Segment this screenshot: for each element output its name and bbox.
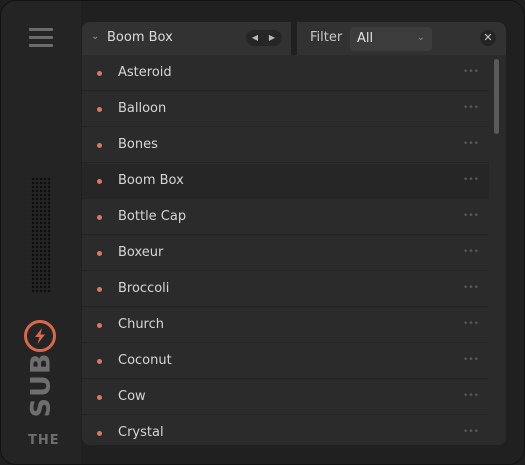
more-options-icon[interactable]: •••	[462, 390, 480, 402]
list-item-label: Crystal	[118, 425, 164, 440]
more-options-icon[interactable]: •••	[462, 138, 480, 150]
filter-label: Filter	[310, 30, 343, 45]
preset-selector[interactable]: ⌄ Boom Box ◀ ▶	[82, 22, 291, 55]
lightning-logo-icon	[24, 320, 56, 352]
list-item-label: Broccoli	[118, 281, 170, 296]
more-options-icon[interactable]: •••	[462, 246, 480, 258]
preset-list: Crystal ••• Cow ••• Coconut ••• Church ••• Brocc…	[82, 55, 506, 445]
scrollbar[interactable]	[489, 55, 506, 445]
hamburger-menu-icon[interactable]	[29, 28, 53, 50]
bullet-dot-icon	[97, 251, 102, 256]
close-icon[interactable]: ✕	[480, 30, 496, 46]
bullet-dot-icon	[97, 431, 102, 436]
scrollbar-thumb[interactable]	[494, 59, 499, 134]
speaker-grille	[31, 177, 51, 293]
more-options-icon[interactable]: •••	[462, 282, 480, 294]
list-item-label: Cow	[118, 389, 146, 404]
list-item[interactable]: Boxeur •••	[82, 236, 489, 271]
filter-bar: Filter All ⌄ ✕	[297, 22, 506, 55]
list-item[interactable]: Balloon •••	[82, 92, 489, 127]
more-options-icon[interactable]: •••	[462, 426, 480, 438]
more-options-icon[interactable]: •••	[462, 318, 480, 330]
list-item-label: Balloon	[118, 101, 167, 116]
more-options-icon[interactable]: •••	[462, 102, 480, 114]
sidebar: SUB THE	[1, 1, 81, 464]
list-item-label: Boxeur	[118, 245, 164, 260]
more-options-icon[interactable]: •••	[462, 354, 480, 366]
list-item-label: Bones	[118, 137, 158, 152]
bullet-dot-icon	[97, 359, 102, 364]
list-item-label: Bottle Cap	[118, 209, 187, 224]
plugin-window: SUB THE ⌄ Boom Box ◀ ▶ Filter All ⌄ ✕ Cr…	[0, 0, 525, 465]
bullet-dot-icon	[97, 179, 102, 184]
list-item[interactable]: Broccoli •••	[82, 272, 489, 307]
list-item[interactable]: Boom Box •••	[82, 164, 489, 199]
logo-prefix: THE	[28, 433, 60, 448]
list-item[interactable]: Coconut •••	[82, 344, 489, 379]
list-item-label: Boom Box	[118, 173, 184, 188]
bullet-dot-icon	[97, 287, 102, 292]
bullet-dot-icon	[97, 323, 102, 328]
filter-dropdown[interactable]: All ⌄	[350, 27, 432, 51]
chevron-down-icon: ⌄	[91, 31, 100, 42]
filter-value: All	[357, 31, 374, 46]
preset-navigation: ◀ ▶	[246, 30, 282, 46]
more-options-icon[interactable]: •••	[462, 210, 480, 222]
bullet-dot-icon	[97, 71, 102, 76]
more-options-icon[interactable]: •••	[462, 174, 480, 186]
previous-preset-icon[interactable]: ◀	[248, 32, 262, 44]
list-item[interactable]: Bones •••	[82, 128, 489, 163]
list-item[interactable]: Asteroid •••	[82, 56, 489, 91]
list-item[interactable]: Bottle Cap •••	[82, 200, 489, 235]
bullet-dot-icon	[97, 107, 102, 112]
list-item-label: Asteroid	[118, 65, 172, 80]
list-item[interactable]: Crystal •••	[82, 416, 489, 445]
bullet-dot-icon	[97, 215, 102, 220]
chevron-down-icon: ⌄	[416, 32, 425, 43]
bullet-dot-icon	[97, 395, 102, 400]
list-item[interactable]: Cow •••	[82, 380, 489, 415]
next-preset-icon[interactable]: ▶	[265, 32, 279, 44]
bullet-dot-icon	[97, 143, 102, 148]
more-options-icon[interactable]: •••	[462, 66, 480, 78]
logo-word: SUB	[25, 352, 57, 418]
list-item-label: Church	[118, 317, 165, 332]
list-item[interactable]: Church •••	[82, 308, 489, 343]
preset-name: Boom Box	[107, 30, 173, 45]
list-item-label: Coconut	[118, 353, 172, 368]
